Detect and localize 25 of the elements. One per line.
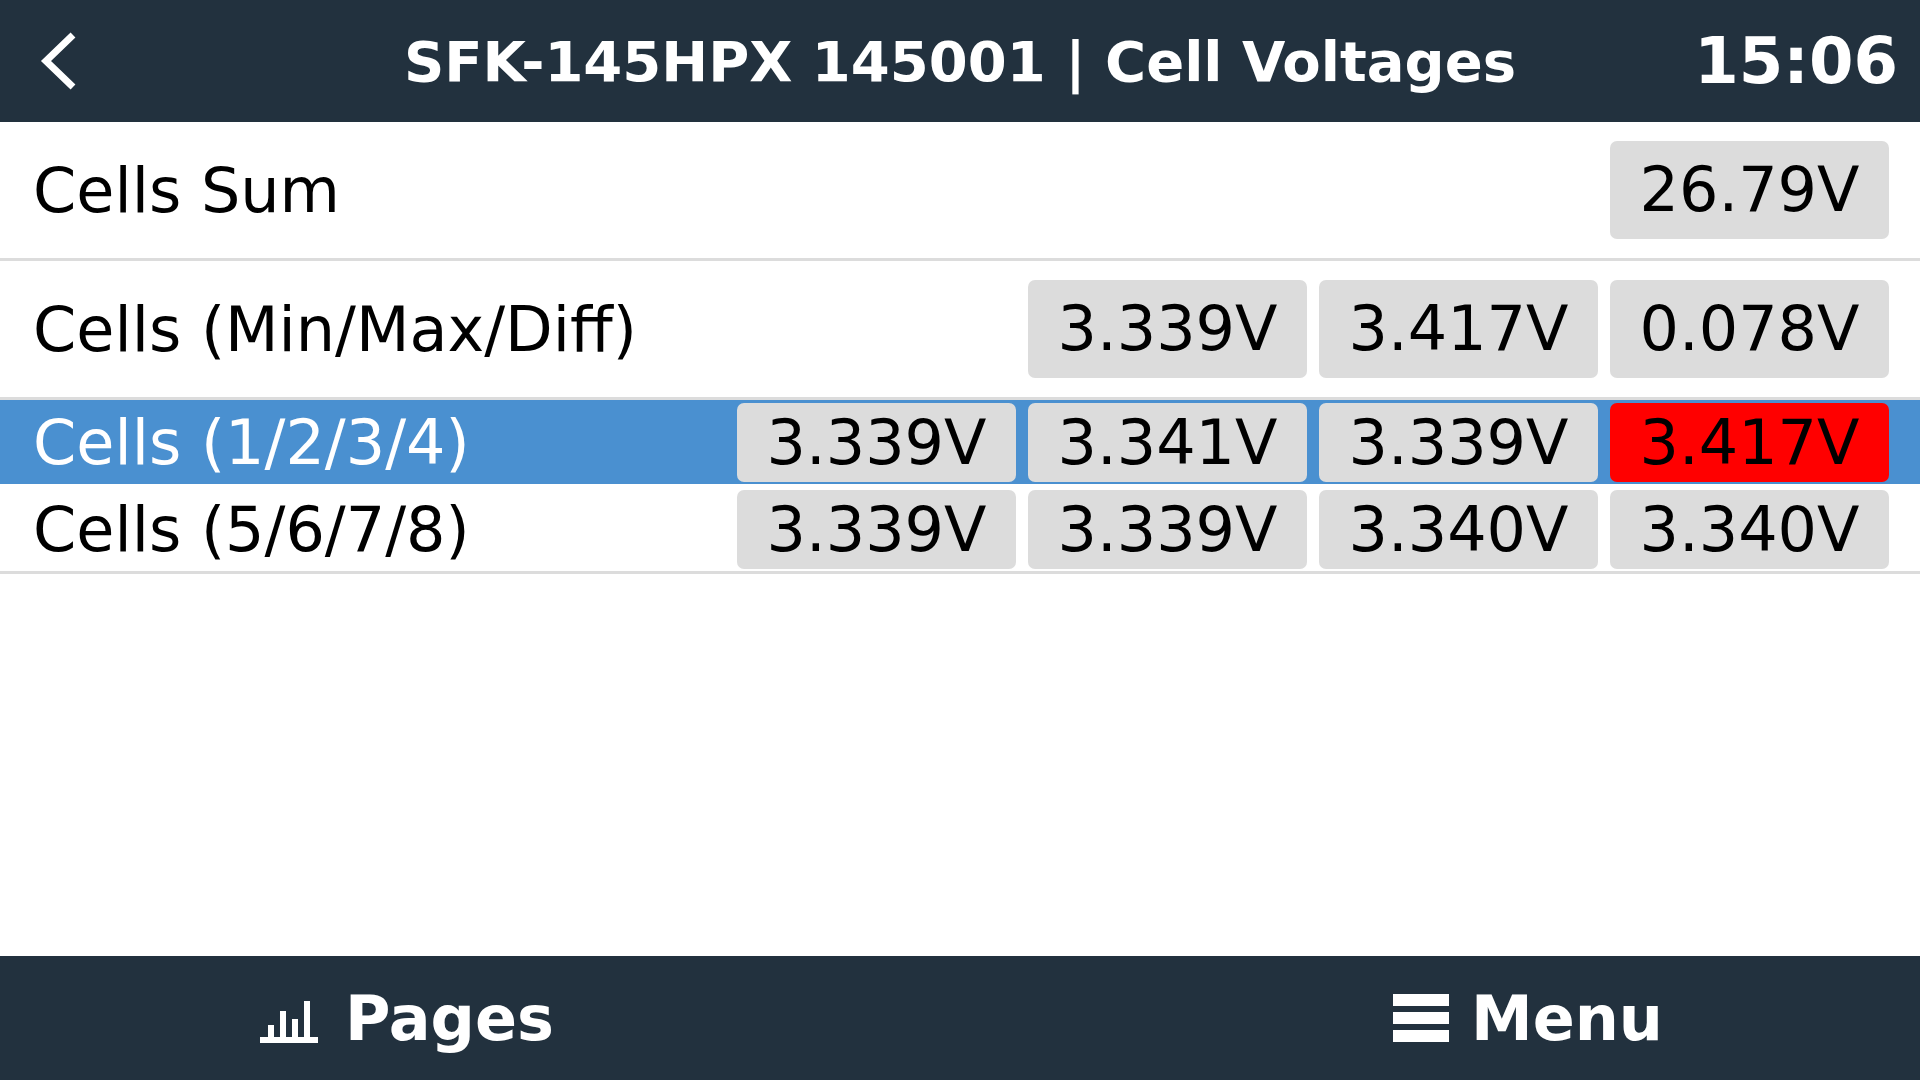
voltage-value: 3.339V: [1319, 402, 1598, 482]
voltage-value: 3.339V: [1028, 280, 1307, 378]
voltage-value: 3.339V: [1028, 489, 1307, 569]
voltage-value: 3.340V: [1610, 489, 1889, 569]
voltage-value: 0.078V: [1610, 280, 1889, 378]
list-row[interactable]: Cells (5/6/7/8) 3.339V 3.339V 3.340V 3.340V: [0, 487, 1920, 574]
row-label: Cells (5/6/7/8): [33, 492, 471, 566]
row-label: Cells (Min/Max/Diff): [33, 292, 638, 366]
clock-time: 15:06: [1694, 24, 1898, 98]
chevron-left-icon: [38, 30, 78, 92]
list-row[interactable]: Cells (1/2/3/4) 3.339V 3.341V 3.339V 3.417V: [0, 400, 1920, 487]
voltage-value: 3.341V: [1028, 402, 1307, 482]
voltage-value: 3.339V: [737, 402, 1016, 482]
voltage-value: 3.417V: [1610, 402, 1889, 482]
voltage-value: 3.340V: [1319, 489, 1598, 569]
pages-button[interactable]: Pages: [260, 981, 554, 1055]
menu-button[interactable]: Menu: [1392, 981, 1663, 1055]
row-label: Cells Sum: [33, 153, 341, 227]
row-label: Cells (1/2/3/4): [33, 405, 471, 479]
page-title: SFK-145HPX 145001 | Cell Voltages: [404, 28, 1516, 94]
back-button[interactable]: [38, 30, 78, 92]
menu-icon: [1392, 994, 1449, 1042]
voltage-value: 3.339V: [737, 489, 1016, 569]
voltage-value: 26.79V: [1610, 141, 1889, 239]
voltage-value: 3.417V: [1319, 280, 1598, 378]
